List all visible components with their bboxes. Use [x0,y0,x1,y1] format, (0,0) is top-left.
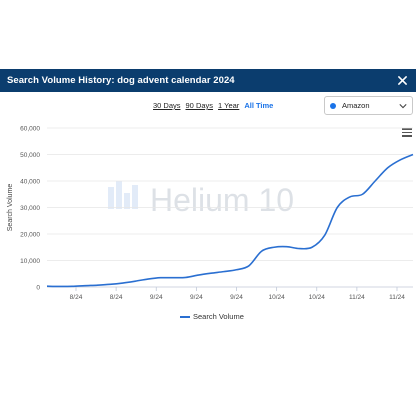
watermark-text: Helium 10 [150,182,294,218]
range-30-days[interactable]: 30 Days [153,101,181,110]
y-tick-label: 20,000 [20,232,40,239]
legend-swatch [180,315,190,318]
range-all-time[interactable]: All Time [244,101,273,110]
range-selector: 30 Days 90 Days 1 Year All Time [153,101,273,110]
legend-item-search-volume[interactable]: Search Volume [180,312,244,321]
x-tick-label: 10/24 [309,294,326,301]
modal-title: Search Volume History: dog advent calend… [7,75,235,86]
marketplace-select[interactable]: Amazon [324,96,413,115]
modal-header: Search Volume History: dog advent calend… [0,69,416,92]
range-90-days[interactable]: 90 Days [186,101,214,110]
watermark-logo [108,181,138,209]
legend-label: Search Volume [193,312,244,321]
y-tick-label: 10,000 [20,258,40,265]
x-tick-label: 11/24 [389,294,405,301]
y-tick-label: 40,000 [20,179,40,186]
y-tick-label: 0 [36,285,40,292]
x-tick-label: 8/24 [70,294,83,301]
y-axis-title: Search Volume [7,184,14,232]
y-tick-label: 30,000 [20,205,40,212]
y-tick-label: 60,000 [20,126,40,133]
range-1-year[interactable]: 1 Year [218,101,239,110]
marketplace-dot-icon [330,102,336,109]
x-tick-label: 9/24 [150,294,163,301]
x-tick-label: 11/24 [349,294,365,301]
close-button[interactable] [395,73,410,88]
x-tick-label: 8/24 [110,294,123,301]
x-tick-label: 9/24 [190,294,203,301]
marketplace-label: Amazon [342,101,370,110]
close-icon [398,76,407,85]
search-volume-chart: Helium 10 0 10,000 20,000 30,000 40,000 50,000… [7,126,414,301]
x-tick-label: 9/24 [230,294,243,301]
series-line-search-volume [46,153,414,288]
y-tick-label: 50,000 [20,152,40,159]
chevron-down-icon [399,104,407,109]
x-tick-label: 10/24 [268,294,285,301]
